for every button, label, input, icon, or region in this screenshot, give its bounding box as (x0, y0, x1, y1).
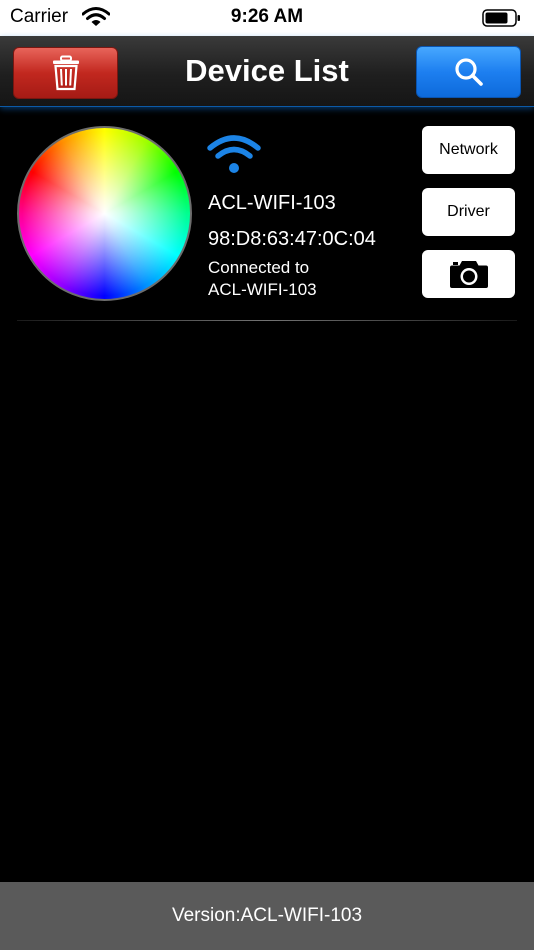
driver-button[interactable]: Driver (422, 188, 515, 236)
battery-icon (482, 9, 520, 27)
connected-label: Connected to (208, 258, 310, 277)
camera-icon (449, 261, 488, 288)
device-name: ACL-WIFI-103 (208, 192, 336, 214)
status-time: 9:26 AM (230, 6, 304, 27)
search-icon (454, 58, 483, 86)
color-wheel[interactable] (17, 126, 192, 301)
device-row[interactable]: ACL-WIFI-103 98:D8:63:47:0C:04 Connected… (0, 108, 534, 322)
status-bar: Carrier 9:26 AM (0, 0, 534, 36)
device-mac-address: 98:D8:63:47:0C:04 (208, 228, 376, 250)
search-button[interactable] (416, 46, 521, 98)
wifi-icon (207, 135, 261, 173)
screen: Carrier 9:26 AM Device List ACL-WIFI-103… (0, 0, 534, 950)
nav-bar: Device List (0, 36, 534, 107)
connected-network: ACL-WIFI-103 (208, 280, 317, 299)
row-divider (17, 320, 517, 321)
footer: Version:ACL-WIFI-103 (0, 882, 534, 950)
camera-button[interactable] (422, 250, 515, 298)
version-label: Version:ACL-WIFI-103 (171, 905, 363, 926)
network-button[interactable]: Network (422, 126, 515, 174)
